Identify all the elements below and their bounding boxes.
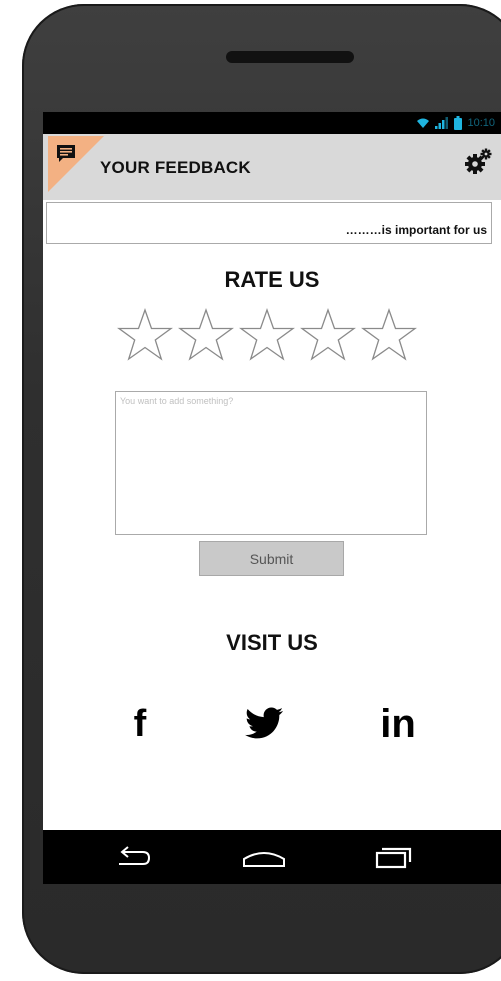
app-header: YOUR FEEDBACK — [43, 134, 501, 200]
star-5-icon[interactable] — [359, 307, 419, 363]
subtitle-box: ………is important for us — [46, 202, 492, 244]
signal-icon — [435, 117, 449, 129]
page-title: YOUR FEEDBACK — [100, 158, 251, 177]
star-2-icon[interactable] — [176, 307, 236, 363]
star-1-icon[interactable] — [115, 307, 175, 363]
linkedin-icon[interactable]: in — [368, 694, 428, 754]
status-bar: 10:10 — [43, 112, 501, 134]
star-3-icon[interactable] — [237, 307, 297, 363]
settings-gear-icon[interactable] — [463, 146, 493, 176]
status-time: 10:10 — [467, 117, 495, 129]
battery-icon — [454, 116, 463, 130]
star-rating — [115, 307, 419, 363]
rate-us-heading: RATE US — [224, 267, 320, 292]
recent-apps-icon[interactable] — [370, 840, 420, 874]
app-screen: 10:10 YOUR FEEDBACK ………is important for … — [43, 112, 501, 830]
wifi-icon — [417, 118, 430, 128]
home-icon[interactable] — [239, 840, 289, 874]
star-4-icon[interactable] — [298, 307, 358, 363]
visit-us-heading: VISIT US — [226, 630, 318, 655]
twitter-bird-icon — [245, 707, 283, 739]
submit-button[interactable]: Submit — [199, 541, 344, 576]
back-icon[interactable] — [109, 840, 159, 874]
status-icons: 10:10 — [416, 115, 495, 131]
subtitle-text: ………is important for us — [345, 223, 487, 237]
twitter-icon[interactable] — [242, 694, 286, 754]
comment-textarea[interactable] — [115, 391, 427, 535]
phone-speaker — [226, 51, 354, 63]
facebook-icon[interactable]: f — [125, 694, 155, 754]
feedback-chat-icon — [57, 145, 75, 162]
android-nav-bar — [43, 830, 501, 884]
